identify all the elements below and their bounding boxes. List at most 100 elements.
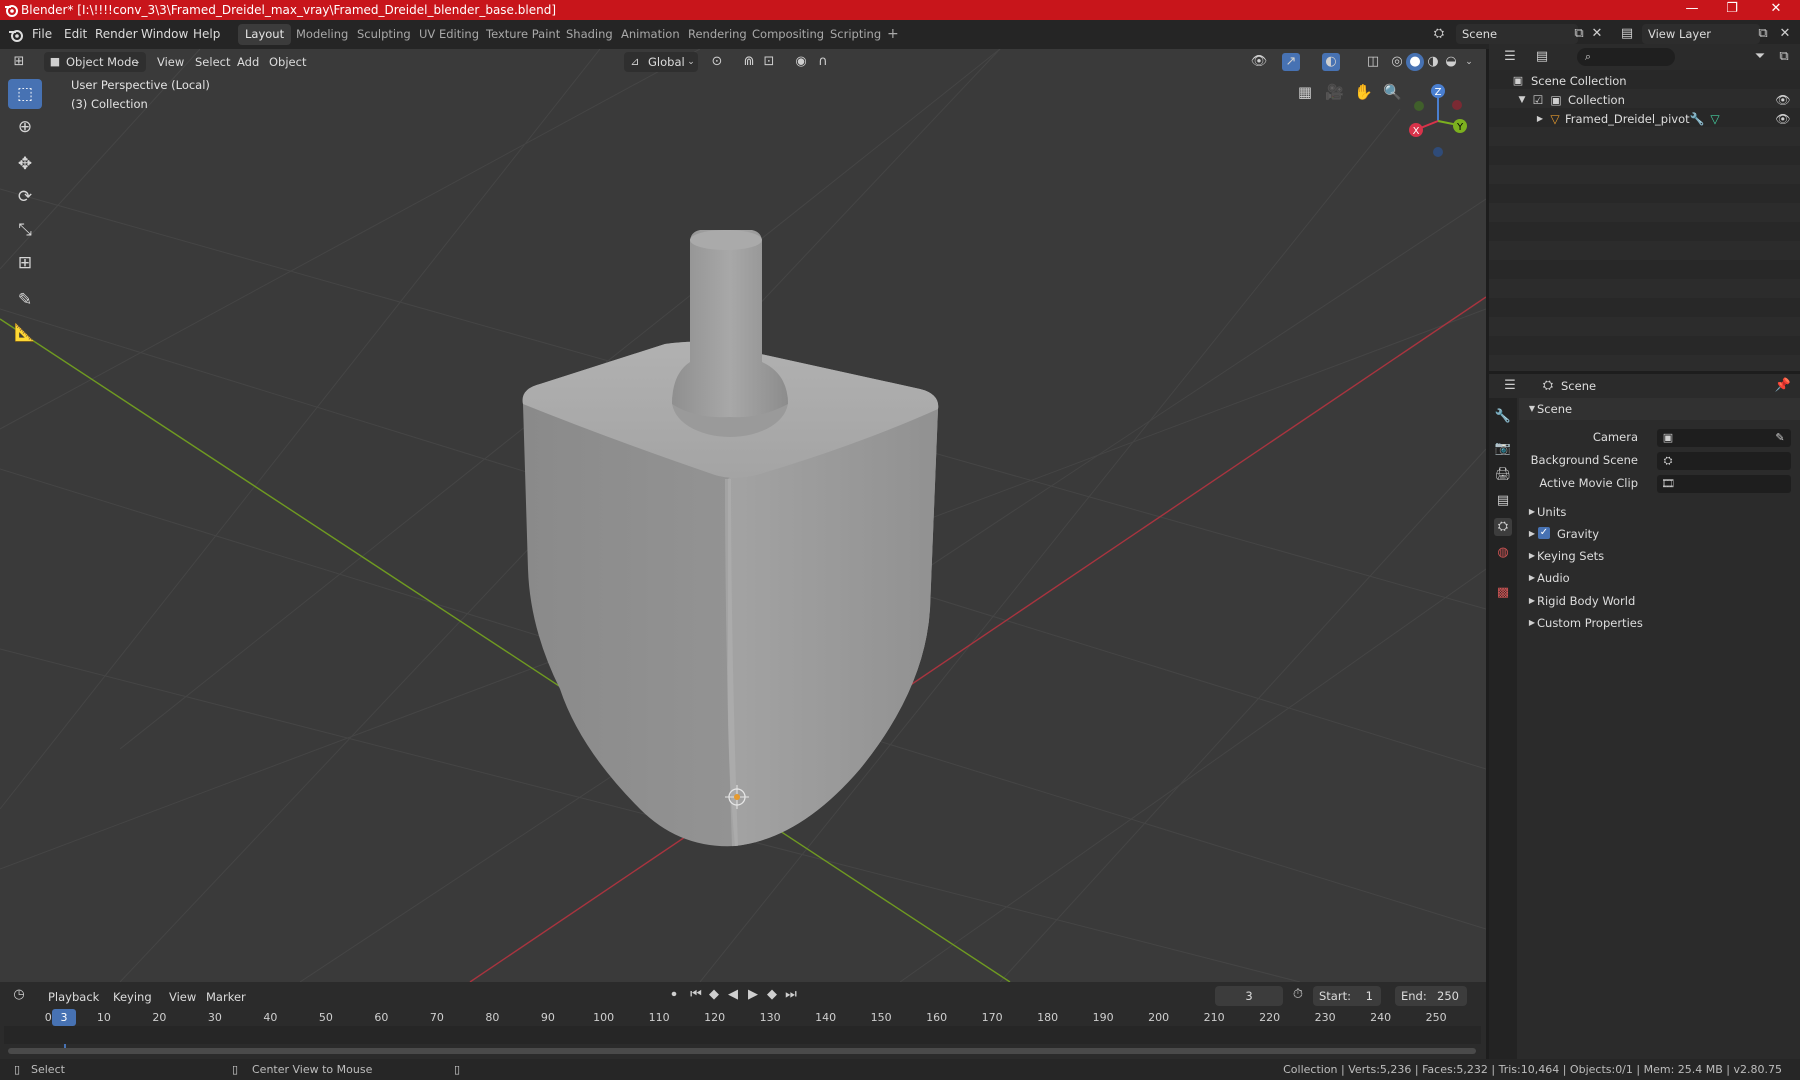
scene-selector-icon[interactable]: ⛭ [1430,25,1448,43]
transform-tool[interactable]: ⊞ [8,248,42,278]
snap-target-icon[interactable]: ⊡ [760,53,778,71]
pivot-point-icon[interactable]: ⊙ [708,53,726,71]
menu-edit[interactable]: Edit [64,27,87,41]
view-layer-tab-icon[interactable]: ▤ [1494,492,1512,510]
jump-start-icon[interactable]: ⏮ [687,986,705,1004]
tab-shading[interactable]: Shading [559,24,620,45]
scene-tab-icon[interactable]: ⛭ [1494,518,1512,536]
zoom-icon[interactable]: 🔍 [1383,83,1402,101]
falloff-icon[interactable]: ∩ [814,53,832,71]
mode-selector[interactable]: ■ Object Mode ⌄ [44,52,146,72]
pan-hand-icon[interactable]: ✋ [1354,83,1373,101]
rendered-shading-icon[interactable]: ◒ [1442,53,1460,71]
output-tab-icon[interactable]: 🖨 [1494,466,1512,484]
visibility-icon[interactable]: 👁 [1250,53,1268,71]
filter-icon[interactable]: ⏷ [1751,48,1769,66]
display-mode-icon[interactable]: ▤ [1533,48,1551,66]
minimize-button[interactable]: — [1672,0,1712,20]
delete-scene-icon[interactable]: ✕ [1588,25,1606,43]
outliner-editor-icon[interactable]: ☰ [1501,48,1519,66]
blender-menu-icon[interactable] [8,27,24,43]
properties-editor-icon[interactable]: ☰ [1501,377,1519,395]
editor-type-icon[interactable]: ⊞ [10,53,28,71]
menu-keying[interactable]: Keying [113,987,152,1007]
menu-timeline-view[interactable]: View [169,987,196,1007]
menu-window[interactable]: Window [141,27,188,41]
menu-select[interactable]: Select [195,52,230,72]
start-frame-field[interactable]: Start: 1 [1313,986,1381,1006]
playhead-marker[interactable]: 3 [52,1009,76,1026]
gizmo-toggle-icon[interactable]: ↗ [1282,53,1300,71]
snap-icon[interactable]: ⋒ [740,53,758,71]
menu-help[interactable]: Help [193,27,220,41]
close-button[interactable]: ✕ [1756,0,1796,20]
proportional-editing-icon[interactable]: ◉ [792,53,810,71]
viewport-scene[interactable] [0,49,1486,982]
gravity-section[interactable]: ▶ ✓ Gravity [1519,524,1800,544]
scene-name-field[interactable]: Scene [1456,24,1578,44]
new-view-layer-icon[interactable]: ⧉ [1754,25,1772,43]
eye-icon[interactable]: 👁 [1774,110,1792,128]
menu-view[interactable]: View [157,52,184,72]
modifier-wrench-icon[interactable]: 🔧 [1688,110,1706,128]
dreidel-mesh[interactable] [522,230,939,847]
view-layer-field[interactable]: View Layer [1642,24,1760,44]
mesh-data-icon[interactable]: ▽ [1706,110,1724,128]
play-reverse-icon[interactable]: ◀ [724,986,742,1004]
render-tab-icon[interactable]: 📷 [1494,440,1512,458]
units-section[interactable]: ▶ Units [1519,502,1800,522]
camera-field[interactable]: ▣ ✎ [1657,429,1791,447]
keying-sets-section[interactable]: ▶ Keying Sets [1519,546,1800,566]
tab-modeling[interactable]: Modeling [289,24,355,45]
3d-viewport[interactable]: User Perspective (Local) (3) Collection … [0,49,1486,982]
stopwatch-icon[interactable]: ⏱ [1289,986,1307,1004]
tab-uv-editing[interactable]: UV Editing [412,24,486,45]
texture-tab-icon[interactable]: ▩ [1494,584,1512,602]
move-tool[interactable]: ✥ [8,149,42,179]
navigation-gizmo[interactable]: Z Y X [1400,79,1480,159]
timeline-editor-icon[interactable]: ◷ [10,986,28,1004]
outliner-row-collection[interactable]: ▼ ☑ ▣ Collection 👁 [1489,91,1800,110]
end-frame-field[interactable]: End: 250 [1395,986,1467,1006]
delete-view-layer-icon[interactable]: ✕ [1776,25,1794,43]
world-tab-icon[interactable]: ◍ [1494,544,1512,562]
outliner-search-input[interactable]: ⌕ [1577,48,1675,66]
camera-view-icon[interactable]: 🎥 [1325,83,1344,101]
tab-scripting[interactable]: Scripting [823,24,888,45]
view-layer-icon[interactable]: ▤ [1618,25,1636,43]
xray-icon[interactable]: ◫ [1364,53,1382,71]
add-workspace-button[interactable]: + [880,24,906,45]
frame-ruler[interactable]: 0 10 20 30 40 50 60 70 80 90 100 110 120 130 140 150 160… [0,1008,1486,1028]
pin-icon[interactable]: 📌 [1774,377,1792,395]
play-icon[interactable]: ▶ [744,986,762,1004]
material-shading-icon[interactable]: ◑ [1424,53,1442,71]
tab-texture-paint[interactable]: Texture Paint [479,24,567,45]
outliner-row-scene-collection[interactable]: ▣ Scene Collection [1489,72,1800,91]
wireframe-shading-icon[interactable]: ◎ [1388,53,1406,71]
timeline-scrollbar[interactable] [8,1048,1476,1054]
menu-object[interactable]: Object [269,52,306,72]
gravity-checkbox[interactable]: ✓ [1538,527,1550,539]
menu-marker[interactable]: Marker [206,987,246,1007]
collection-checkbox-icon[interactable]: ☑ [1529,91,1547,109]
prev-keyframe-icon[interactable]: ◆ [705,986,723,1004]
jump-end-icon[interactable]: ⏭ [782,986,800,1004]
maximize-button[interactable]: ❐ [1712,0,1752,20]
tab-layout[interactable]: Layout [238,24,292,45]
shading-options-icon[interactable]: ⌄ [1460,53,1478,71]
outliner-row-object[interactable]: ▶ ▽ Framed_Dreidel_pivot 🔧 ▽ 👁 [1489,110,1800,129]
current-frame-field[interactable]: 3 [1215,986,1283,1006]
annotate-tool[interactable]: ✎ [8,285,42,315]
next-keyframe-icon[interactable]: ◆ [763,986,781,1004]
audio-section[interactable]: ▶ Audio [1519,568,1800,588]
eye-icon[interactable]: 👁 [1774,91,1792,109]
cursor-tool[interactable]: ⊕ [8,112,42,142]
scale-tool[interactable]: ⤡ [8,215,42,245]
overlay-toggle-icon[interactable]: ◐ [1322,53,1340,71]
eyedropper-icon[interactable]: ✎ [1771,429,1789,447]
scene-panel-header[interactable]: ▼ Scene [1519,398,1800,420]
select-box-tool[interactable]: ⬚ [8,79,42,109]
measure-tool[interactable]: 📐 [8,318,42,348]
tab-animation[interactable]: Animation [614,24,687,45]
tab-sculpting[interactable]: Sculpting [350,24,418,45]
